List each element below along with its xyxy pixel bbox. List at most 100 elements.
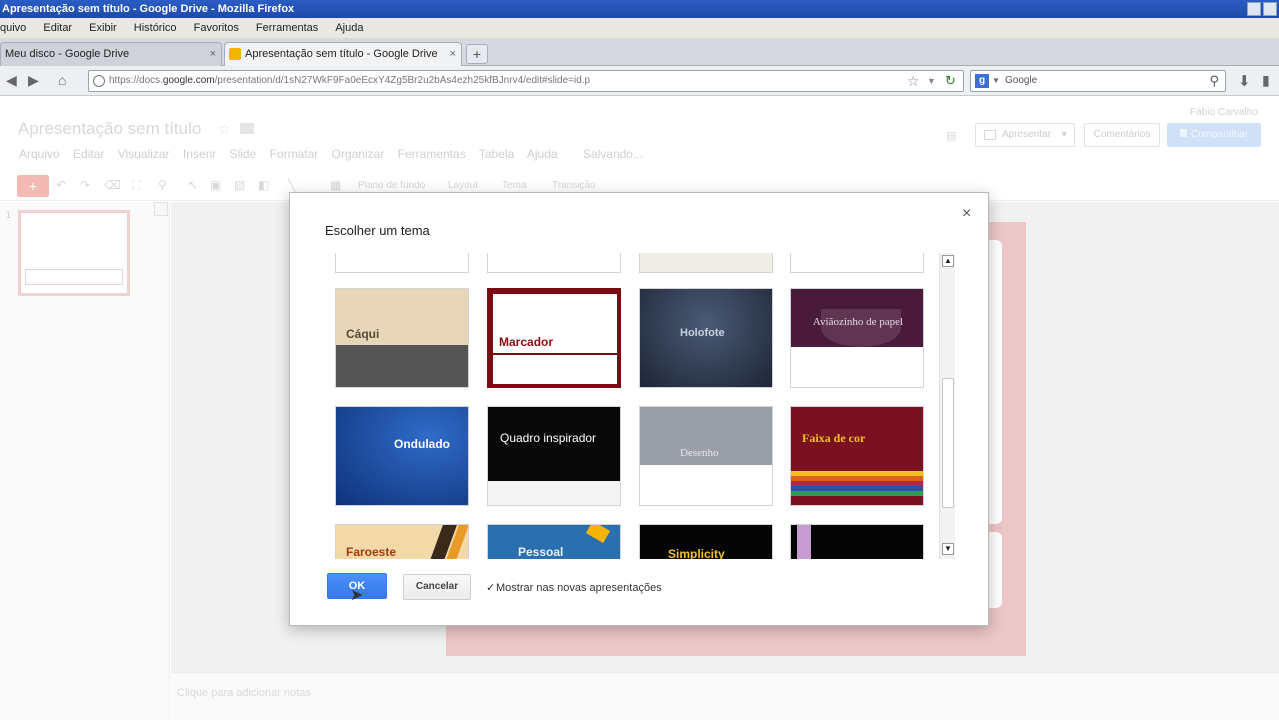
search-icon[interactable]: ⚲ bbox=[1209, 71, 1219, 91]
app-menu-slide[interactable]: Slide bbox=[230, 147, 257, 161]
slide-thumbnail[interactable] bbox=[18, 210, 130, 296]
new-tab-button[interactable]: + bbox=[466, 44, 488, 64]
theme-tile-aviaozinho[interactable]: Aviãozinho de papel bbox=[790, 288, 924, 388]
search-engine-icon[interactable]: g bbox=[975, 74, 989, 88]
theme-name: Marcador bbox=[499, 335, 554, 349]
theme-tile-ondulado[interactable]: Ondulado bbox=[335, 406, 469, 506]
present-button[interactable]: Apresentar ▼ bbox=[975, 123, 1075, 147]
slide-filmstrip: 1 bbox=[0, 202, 170, 720]
comments-button[interactable]: Comentários bbox=[1084, 123, 1160, 147]
close-tab-icon[interactable]: × bbox=[210, 43, 216, 65]
menu-history[interactable]: Histórico bbox=[134, 22, 177, 34]
back-arrow-icon[interactable]: ◀ bbox=[6, 72, 17, 89]
menu-help[interactable]: Ajuda bbox=[335, 22, 363, 34]
minimize-button[interactable] bbox=[1247, 2, 1261, 16]
theme-tile-hidden-1[interactable] bbox=[335, 253, 469, 273]
tab-meu-disco[interactable]: Meu disco - Google Drive × bbox=[0, 42, 222, 66]
theme-scrollbar[interactable]: ▲ ▼ bbox=[939, 253, 955, 559]
menu-tools[interactable]: Ferramentas bbox=[256, 22, 318, 34]
app-menu-file[interactable]: Arquivo bbox=[19, 147, 60, 161]
comments-icon[interactable]: ▤ bbox=[946, 129, 956, 142]
theme-tile-faixa[interactable]: Faixa de cor bbox=[790, 406, 924, 506]
line-icon[interactable]: ╲ bbox=[288, 178, 295, 192]
app-menu-help[interactable]: Ajuda bbox=[527, 147, 558, 161]
cancel-button[interactable]: Cancelar bbox=[403, 574, 471, 600]
theme-tile-pessoal[interactable]: Pessoal bbox=[487, 524, 621, 559]
theme-tile-hidden-2[interactable] bbox=[487, 253, 621, 273]
app-menu-insert[interactable]: Inserir bbox=[183, 147, 216, 161]
search-input[interactable]: Google bbox=[1005, 75, 1037, 86]
share-button[interactable]: Compartilhar bbox=[1167, 123, 1261, 147]
scroll-thumb[interactable] bbox=[942, 378, 954, 508]
scroll-up-icon[interactable]: ▲ bbox=[942, 255, 954, 267]
app-menu-format[interactable]: Formatar bbox=[270, 147, 319, 161]
layout-button[interactable]: Layout bbox=[448, 180, 478, 191]
speaker-notes[interactable]: Clique para adicionar notas bbox=[171, 672, 1279, 720]
app-menu-arrange[interactable]: Organizar bbox=[332, 147, 385, 161]
close-icon[interactable]: × bbox=[962, 205, 971, 223]
download-icon[interactable]: ⬇ bbox=[1238, 72, 1251, 90]
search-engine-dropdown-icon[interactable]: ▼ bbox=[992, 71, 1000, 91]
zoom-icon[interactable]: ⚲ bbox=[158, 178, 167, 192]
undo-icon[interactable]: ↶ bbox=[56, 178, 66, 192]
forward-arrow-icon[interactable]: ▶ bbox=[28, 72, 39, 89]
theme-button[interactable]: Tema bbox=[502, 180, 526, 191]
address-bar[interactable]: https://docs.google.com/presentation/d/1… bbox=[88, 70, 964, 92]
mouse-cursor-icon: ➤ bbox=[350, 587, 364, 604]
tab-strip: Meu disco - Google Drive × Apresentação … bbox=[0, 38, 1279, 66]
menu-bookmarks[interactable]: Favoritos bbox=[194, 22, 239, 34]
search-bar[interactable]: g ▼ Google ⚲ bbox=[970, 70, 1226, 92]
star-icon[interactable]: ☆ bbox=[218, 121, 231, 138]
browser-menubar: quivo Editar Exibir Histórico Favoritos … bbox=[0, 18, 1279, 38]
scroll-down-icon[interactable]: ▼ bbox=[942, 543, 954, 555]
theme-tile-hidden-3[interactable] bbox=[639, 253, 773, 273]
show-in-new-presentations-checkbox[interactable]: ✓Mostrar nas novas apresentações bbox=[486, 581, 662, 594]
slide-number: 1 bbox=[6, 210, 12, 220]
text-box-icon[interactable]: ▣ bbox=[210, 178, 221, 192]
theme-tile-simplicity[interactable]: Simplicity bbox=[639, 524, 773, 559]
theme-tile-hidden-4[interactable] bbox=[790, 253, 924, 273]
app-menu-tools[interactable]: Ferramentas bbox=[398, 147, 466, 161]
theme-tile-holofote[interactable]: Holofote bbox=[639, 288, 773, 388]
maximize-button[interactable] bbox=[1263, 2, 1277, 16]
redo-icon[interactable]: ↷ bbox=[80, 178, 90, 192]
navigation-bar: ◀ ▶ ⌂ https://docs.google.com/presentati… bbox=[0, 66, 1279, 96]
refresh-icon[interactable]: ↻ bbox=[945, 71, 956, 91]
select-icon[interactable]: ↖ bbox=[188, 178, 198, 192]
close-tab-icon[interactable]: × bbox=[450, 43, 456, 65]
site-identity-icon[interactable] bbox=[93, 75, 105, 87]
filmstrip-scrollbar[interactable] bbox=[154, 202, 168, 216]
theme-tile-marcador[interactable]: Marcador bbox=[487, 288, 621, 388]
checkmark-icon[interactable]: ✓ bbox=[486, 581, 496, 594]
user-name[interactable]: Fábio Carvalho bbox=[1190, 107, 1258, 118]
theme-tile-quadro[interactable]: Quadro inspirador bbox=[487, 406, 621, 506]
url-prefix: https://docs. bbox=[109, 75, 163, 86]
folder-icon[interactable] bbox=[240, 123, 254, 134]
app-menu-table[interactable]: Tabela bbox=[479, 147, 514, 161]
paint-format-icon[interactable]: ⌫ bbox=[104, 178, 121, 192]
menu-view[interactable]: Exibir bbox=[89, 22, 117, 34]
menu-edit[interactable]: Editar bbox=[43, 22, 72, 34]
zoom-fit-icon[interactable]: ⛶ bbox=[132, 178, 140, 193]
dropdown-icon[interactable]: ▼ bbox=[927, 71, 936, 91]
app-menu-edit[interactable]: Editar bbox=[73, 147, 104, 161]
menu-file[interactable]: quivo bbox=[0, 22, 26, 34]
comment-add-icon[interactable]: ▦ bbox=[330, 178, 341, 192]
image-icon[interactable]: ▨ bbox=[234, 178, 245, 192]
shape-icon[interactable]: ◧ bbox=[258, 178, 269, 192]
menu-icon[interactable]: ▮ bbox=[1262, 72, 1270, 89]
app-menu-view[interactable]: Visualizar bbox=[118, 147, 170, 161]
theme-tile-faroeste[interactable]: Faroeste bbox=[335, 524, 469, 559]
new-slide-button[interactable]: + bbox=[17, 175, 49, 197]
star-icon[interactable]: ☆ bbox=[907, 71, 920, 91]
document-title[interactable]: Apresentação sem título bbox=[18, 119, 201, 139]
theme-name: Quadro inspirador bbox=[500, 431, 597, 445]
theme-tile-caqui[interactable]: Cáqui bbox=[335, 288, 469, 388]
theme-grid: Cáqui Marcador Holofote Aviãozinho de pa… bbox=[325, 253, 955, 559]
transition-button[interactable]: Transição bbox=[552, 180, 596, 191]
background-button[interactable]: Plano de fundo bbox=[358, 180, 425, 191]
theme-tile-desenho[interactable]: Desenho bbox=[639, 406, 773, 506]
home-icon[interactable]: ⌂ bbox=[58, 72, 66, 88]
tab-apresentacao[interactable]: Apresentação sem título - Google Drive × bbox=[224, 42, 462, 66]
theme-tile-unnamed[interactable] bbox=[790, 524, 924, 559]
